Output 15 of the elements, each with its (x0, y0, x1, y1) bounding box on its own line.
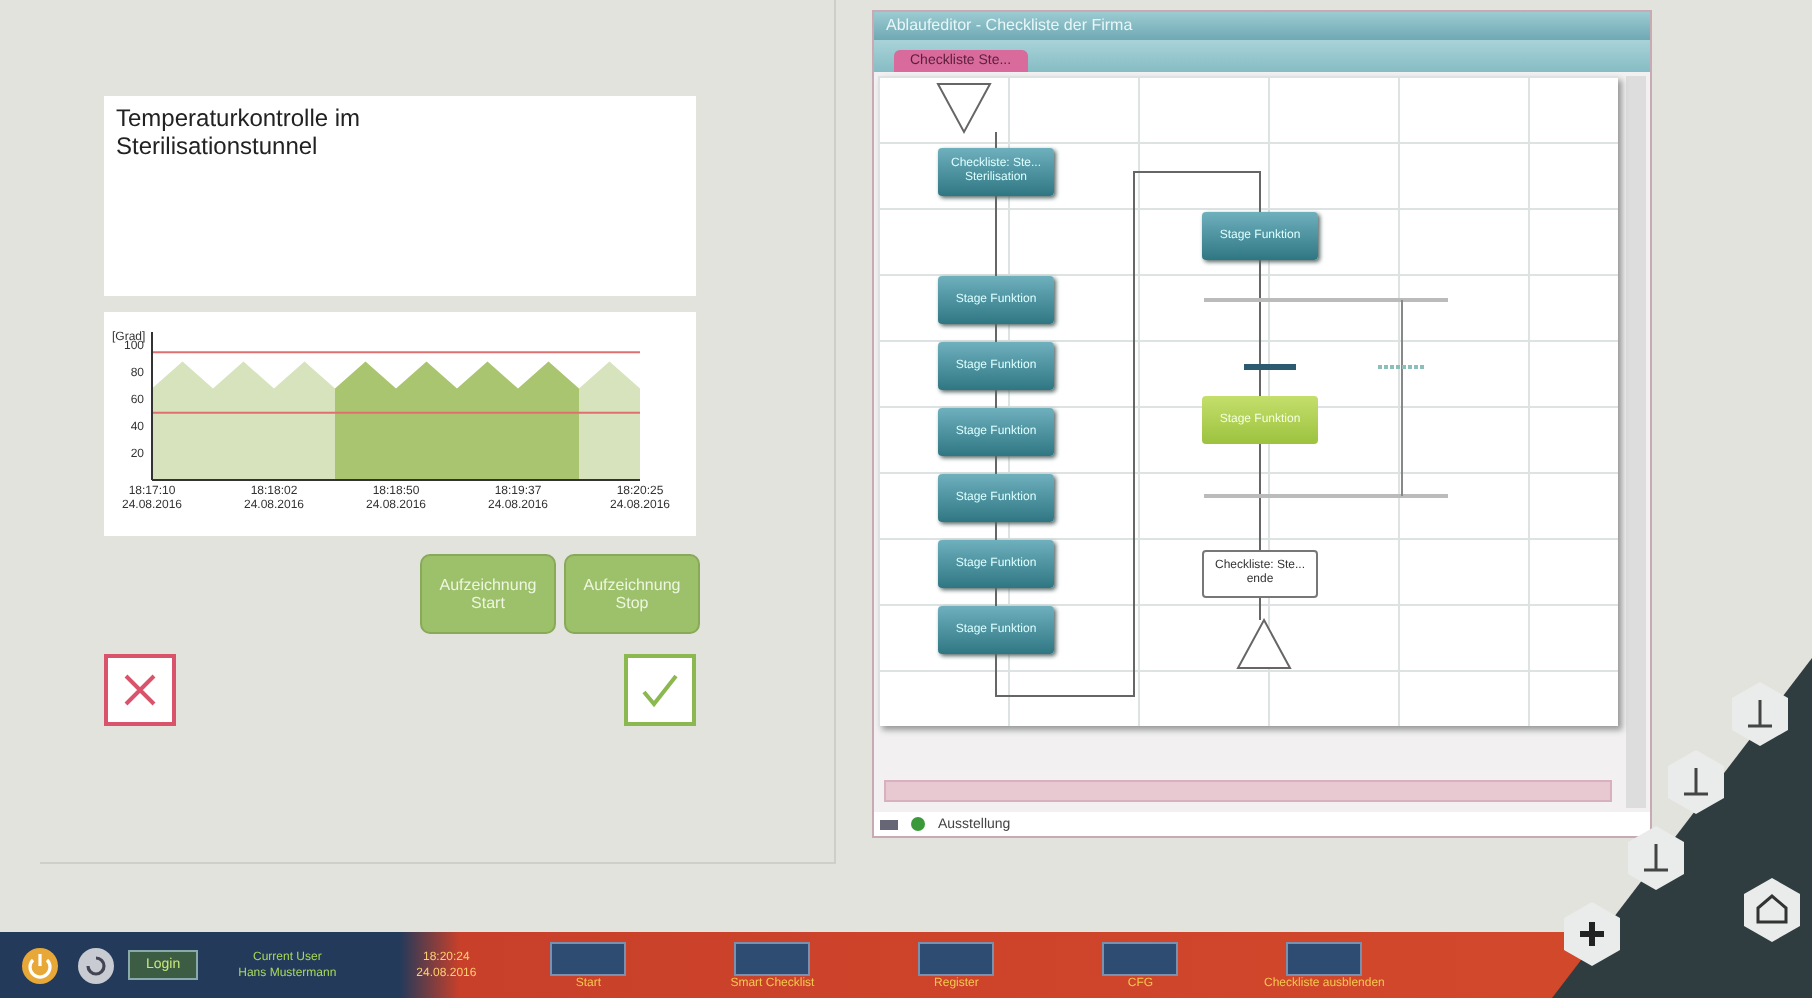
record-button[interactable]: Aufzeichnung Stop (564, 554, 700, 634)
home-icon[interactable] (1744, 878, 1800, 942)
power-icon[interactable] (20, 945, 60, 985)
check-icon (640, 672, 680, 708)
horizontal-scrollbar[interactable] (884, 780, 1612, 802)
plus-icon[interactable] (1564, 902, 1620, 966)
task-title: Temperaturkontrolle im Sterilisationstunnel (116, 104, 363, 160)
refresh-icon[interactable] (76, 945, 116, 985)
close-icon (122, 672, 158, 708)
window-title: Ablaufeditor - Checkliste der Firma (874, 12, 1650, 40)
start-triangle[interactable] (936, 83, 992, 135)
end-triangle[interactable] (1236, 617, 1292, 669)
record-button[interactable]: Aufzeichnung Start (420, 554, 556, 634)
cancel-button[interactable] (104, 654, 176, 726)
vertical-scrollbar[interactable] (1626, 76, 1646, 808)
